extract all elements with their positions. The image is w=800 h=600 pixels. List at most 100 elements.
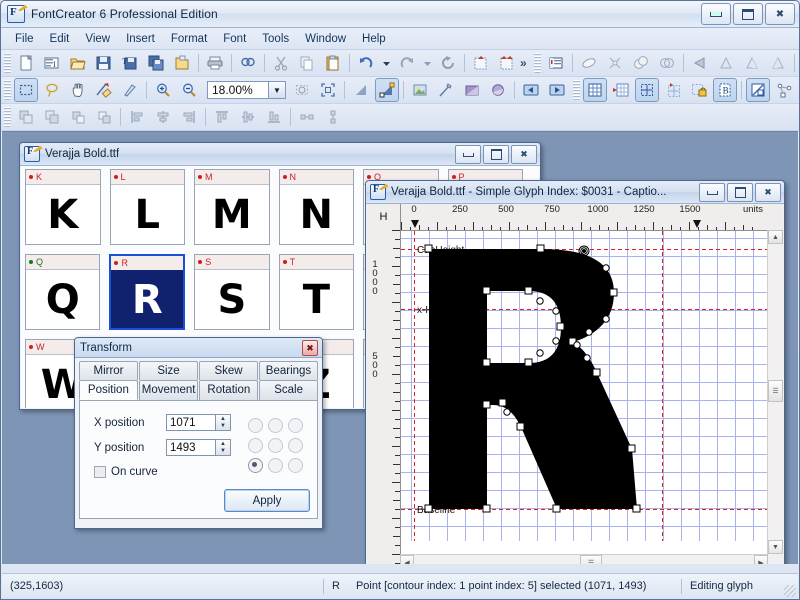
print-icon[interactable]	[203, 51, 227, 75]
tab-skew[interactable]: Skew	[199, 361, 258, 380]
zoom-out-icon[interactable]	[177, 78, 201, 102]
show-guides-icon[interactable]	[635, 78, 659, 102]
zoom-in-icon[interactable]	[151, 78, 175, 102]
validate-font-icon[interactable]	[469, 51, 493, 75]
glyph-overview-maximize-button[interactable]	[483, 145, 509, 164]
glyph-editor-maximize-button[interactable]	[727, 183, 753, 202]
maximize-button[interactable]	[733, 3, 763, 25]
toolbar-gripper-5[interactable]	[4, 107, 11, 127]
rotate-right-icon[interactable]	[766, 51, 790, 75]
paste-icon[interactable]	[321, 51, 345, 75]
lock-guides-icon[interactable]	[687, 78, 711, 102]
menu-edit[interactable]: Edit	[42, 30, 78, 48]
transform-dialog-close-button[interactable]: ✖	[302, 340, 318, 356]
tab-mirror[interactable]: Mirror	[79, 361, 138, 380]
anchor-radio-middle-left[interactable]	[248, 438, 263, 453]
glyph-overview-close-button[interactable]: ✖	[511, 145, 537, 164]
glyph-cell-R[interactable]: RR	[109, 254, 185, 330]
align-left-icon[interactable]	[125, 105, 149, 129]
lasso-tool-icon[interactable]	[40, 78, 64, 102]
rotate-left-icon[interactable]	[740, 51, 764, 75]
menu-file[interactable]: File	[7, 30, 42, 48]
redo-dropdown-icon[interactable]	[421, 51, 434, 75]
tab-movement[interactable]: Movement	[139, 380, 199, 400]
union-icon[interactable]	[629, 51, 653, 75]
scroll-right-icon[interactable]: ▶	[754, 555, 768, 564]
previous-glyph-icon[interactable]	[519, 78, 543, 102]
cut-icon[interactable]	[269, 51, 293, 75]
anchor-radio-bottom-right[interactable]	[288, 458, 303, 473]
tab-size[interactable]: Size	[139, 361, 198, 380]
redo-icon[interactable]	[395, 51, 419, 75]
show-image-icon[interactable]	[408, 78, 432, 102]
draw-contour-icon[interactable]	[434, 78, 458, 102]
show-bearings-icon[interactable]: B	[713, 78, 737, 102]
undo-icon[interactable]	[354, 51, 378, 75]
glyph-cell-T[interactable]: TT	[279, 254, 354, 330]
editor-vertical-scrollbar[interactable]: ▲ ☰ ▼	[767, 230, 783, 554]
save-as-icon[interactable]: T	[118, 51, 142, 75]
anchor-radio-top-right[interactable]	[288, 418, 303, 433]
save-icon[interactable]	[92, 51, 116, 75]
anchor-radio-grid[interactable]	[245, 415, 305, 475]
minimize-button[interactable]	[701, 3, 731, 25]
glyph-overview-minimize-button[interactable]	[455, 145, 481, 164]
toolbar-overflow-button[interactable]: »	[520, 56, 527, 70]
menu-help[interactable]: Help	[354, 30, 394, 48]
glyph-editor-title-bar[interactable]: Verajja Bold.ttf - Simple Glyph Index: $…	[366, 181, 784, 204]
glyph-cell-K[interactable]: KK	[25, 169, 101, 245]
align-right-icon[interactable]	[177, 105, 201, 129]
glyph-outline-editor[interactable]: CapHeight x-Height Baseline	[401, 231, 767, 541]
align-center-horizontal-icon[interactable]	[151, 105, 175, 129]
intersect-icon[interactable]	[655, 51, 679, 75]
align-bottom-icon[interactable]	[262, 105, 286, 129]
anchor-radio-top-center[interactable]	[268, 418, 283, 433]
menu-view[interactable]: View	[77, 30, 118, 48]
find-icon[interactable]	[236, 51, 260, 75]
flip-vertical-icon[interactable]	[714, 51, 738, 75]
x-position-stepper[interactable]: ▲▼	[216, 414, 231, 431]
show-metrics-icon[interactable]	[746, 78, 770, 102]
scroll-left-icon[interactable]: ◀	[400, 555, 414, 564]
on-curve-row[interactable]: On curve	[94, 466, 158, 478]
distribute-vertical-icon[interactable]	[321, 105, 345, 129]
glyph-canvas[interactable]: CapHeight x-Height Baseline	[401, 231, 767, 554]
copy-icon[interactable]	[295, 51, 319, 75]
scroll-down-icon[interactable]: ▼	[768, 540, 783, 554]
pan-hand-tool-icon[interactable]	[66, 78, 90, 102]
send-to-back-icon[interactable]	[92, 105, 116, 129]
send-backward-icon[interactable]	[66, 105, 90, 129]
next-glyph-icon[interactable]	[545, 78, 569, 102]
window-resize-grip[interactable]	[784, 585, 796, 597]
eraser-icon[interactable]	[577, 51, 601, 75]
bring-forward-icon[interactable]	[40, 105, 64, 129]
editor-horizontal-scrollbar[interactable]: ◀ ☰ ▶	[400, 554, 768, 564]
on-curve-checkbox[interactable]	[94, 466, 106, 478]
knot-icon[interactable]	[603, 51, 627, 75]
editor-vscroll-thumb[interactable]: ☰	[768, 380, 783, 402]
glyph-cell-M[interactable]: MM	[194, 169, 270, 245]
scroll-up-icon[interactable]: ▲	[768, 230, 783, 244]
new-from-template-icon[interactable]: I	[40, 51, 64, 75]
flip-horizontal-icon[interactable]	[688, 51, 712, 75]
toolbar-gripper-4[interactable]	[573, 80, 580, 100]
glyph-overview-title-bar[interactable]: Verajja Bold.ttf ✖	[20, 143, 540, 166]
glyph-editor-close-button[interactable]: ✖	[755, 183, 781, 202]
menu-format[interactable]: Format	[163, 30, 215, 48]
undo-dropdown-icon[interactable]	[380, 51, 393, 75]
contour-direction-icon[interactable]	[772, 78, 796, 102]
align-middle-vertical-icon[interactable]	[236, 105, 260, 129]
glyph-editor-minimize-button[interactable]	[699, 183, 725, 202]
align-top-icon[interactable]	[210, 105, 234, 129]
stepper-up-icon[interactable]: ▲	[216, 440, 230, 448]
apply-button[interactable]: Apply	[224, 489, 310, 512]
ellipse-shape-icon[interactable]	[486, 78, 510, 102]
y-position-input[interactable]: 1493	[166, 439, 216, 456]
menu-font[interactable]: Font	[215, 30, 254, 48]
menu-tools[interactable]: Tools	[254, 30, 297, 48]
anchor-radio-bottom-center[interactable]	[268, 458, 283, 473]
show-outline-icon[interactable]	[375, 78, 399, 102]
editor-hscroll-thumb[interactable]: ☰	[580, 555, 602, 564]
autohint-icon[interactable]	[495, 51, 519, 75]
open-file-icon[interactable]	[66, 51, 90, 75]
